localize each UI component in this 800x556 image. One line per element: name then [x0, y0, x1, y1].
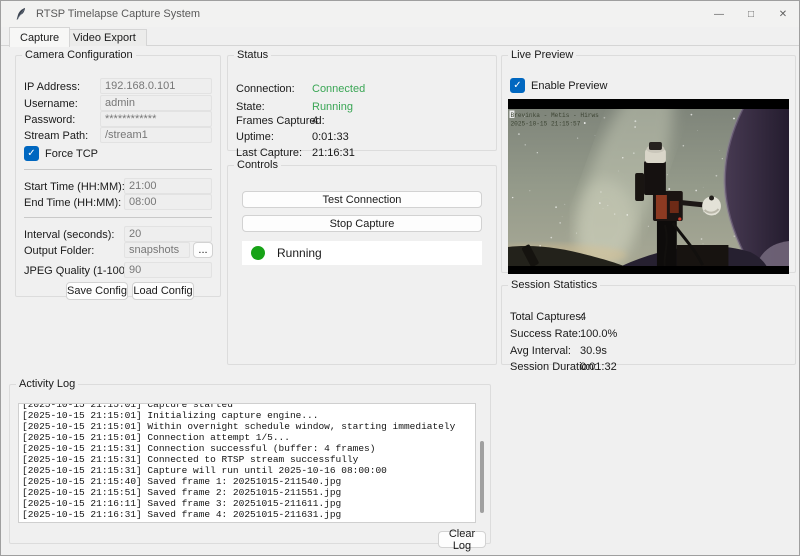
log-textarea[interactable]: [2025-10-15 21:15:01] Capture started[20… — [18, 403, 476, 523]
uptime-value: 0:01:33 — [312, 131, 349, 143]
success-rate-label: Success Rate: — [510, 328, 581, 340]
stream-path-input[interactable] — [100, 127, 212, 143]
interval-label: Interval (seconds): — [24, 229, 114, 241]
minimize-icon[interactable]: — — [703, 1, 735, 27]
tab-video-export-label: Video Export — [73, 32, 136, 44]
preview-overlay-camera-name: Brevinka - Metis - Hirws — [510, 112, 599, 119]
session-stats-panel: Session Statistics Total Captures: 4 Suc… — [501, 279, 796, 365]
password-label: Password: — [24, 114, 75, 126]
start-time-label: Start Time (HH:MM): — [24, 181, 125, 193]
avg-interval-label: Avg Interval: — [510, 345, 571, 357]
stream-path-label: Stream Path: — [24, 130, 88, 142]
status-panel: Status Connection: Connected State: Runn… — [227, 49, 497, 151]
session-duration-value: 0:01:32 — [580, 361, 617, 373]
last-capture-label: Last Capture: — [236, 147, 302, 159]
maximize-icon[interactable]: □ — [735, 1, 767, 27]
controls-title: Controls — [234, 159, 281, 171]
username-input[interactable] — [100, 95, 212, 111]
session-stats-title: Session Statistics — [508, 279, 600, 291]
activity-log-title: Activity Log — [16, 378, 78, 390]
test-connection-button[interactable]: Test Connection — [242, 191, 482, 208]
jpeg-quality-label: JPEG Quality (1-100): — [24, 265, 132, 277]
uptime-label: Uptime: — [236, 131, 274, 143]
clear-log-button[interactable]: Clear Log — [438, 531, 486, 548]
tab-bar: Capture Video Export — [1, 27, 799, 46]
state-value: Running — [312, 101, 353, 113]
enable-preview-label: Enable Preview — [531, 80, 607, 92]
stop-capture-button[interactable]: Stop Capture — [242, 215, 482, 232]
camera-config-title: Camera Configuration — [22, 49, 136, 61]
output-folder-input[interactable] — [124, 242, 190, 258]
ip-label: IP Address: — [24, 81, 80, 93]
title-bar: RTSP Timelapse Capture System — □ ✕ — [1, 1, 799, 27]
connection-label: Connection: — [236, 83, 295, 95]
activity-log-panel: Activity Log [2025-10-15 21:15:01] Captu… — [9, 378, 491, 544]
running-label: Running — [277, 246, 322, 260]
checkbox-check-icon — [510, 78, 525, 93]
enable-preview-checkbox[interactable]: Enable Preview — [510, 78, 607, 93]
controls-panel: Controls Test Connection Stop Capture Ru… — [227, 159, 497, 365]
separator — [24, 217, 212, 218]
load-config-button[interactable]: Load Config — [132, 282, 194, 300]
username-label: Username: — [24, 98, 78, 110]
app-window: RTSP Timelapse Capture System — □ ✕ Capt… — [0, 0, 800, 556]
status-title: Status — [234, 49, 271, 61]
frames-captured-value: 4 — [312, 115, 318, 127]
live-preview-image: Brevinka - Metis - Hirws 2025-10-15 21:1… — [508, 99, 789, 274]
output-folder-label: Output Folder: — [24, 245, 94, 257]
separator — [24, 169, 212, 170]
browse-button[interactable]: ... — [193, 242, 213, 258]
tab-video-export[interactable]: Video Export — [63, 29, 147, 46]
interval-input[interactable] — [124, 226, 212, 242]
log-scrollbar[interactable] — [480, 403, 484, 523]
window-controls: — □ ✕ — [703, 1, 799, 27]
state-label: State: — [236, 101, 265, 113]
tab-capture[interactable]: Capture — [9, 27, 70, 47]
checkbox-check-icon — [24, 146, 39, 161]
connection-value: Connected — [312, 83, 365, 95]
start-time-input[interactable] — [124, 178, 212, 194]
live-preview-panel: Live Preview Enable Preview — [501, 49, 796, 273]
log-scrollbar-thumb[interactable] — [480, 441, 484, 513]
avg-interval-value: 30.9s — [580, 345, 607, 357]
window-title: RTSP Timelapse Capture System — [36, 8, 200, 20]
total-captures-label: Total Captures: — [510, 311, 584, 323]
close-icon[interactable]: ✕ — [767, 1, 799, 27]
force-tcp-checkbox[interactable]: Force TCP — [24, 146, 98, 161]
save-config-button[interactable]: Save Config — [66, 282, 128, 300]
status-indicator: Running — [242, 241, 482, 265]
last-capture-value: 21:16:31 — [312, 147, 355, 159]
success-rate-value: 100.0% — [580, 328, 617, 340]
total-captures-value: 4 — [580, 311, 586, 323]
preview-overlay-timestamp: 2025-10-15 21:15:57 — [510, 120, 580, 127]
live-preview-title: Live Preview — [508, 49, 576, 61]
end-time-label: End Time (HH:MM): — [24, 197, 121, 209]
force-tcp-label: Force TCP — [45, 148, 98, 160]
ip-input[interactable] — [100, 78, 212, 94]
end-time-input[interactable] — [124, 194, 212, 210]
jpeg-quality-input[interactable] — [124, 262, 212, 278]
app-feather-icon — [14, 7, 28, 21]
running-dot-icon — [251, 246, 265, 260]
tab-capture-label: Capture — [20, 32, 59, 44]
password-input[interactable] — [100, 111, 212, 127]
camera-config-panel: Camera Configuration IP Address: Usernam… — [15, 49, 221, 297]
log-lines: [2025-10-15 21:15:01] Capture started[20… — [22, 403, 475, 520]
